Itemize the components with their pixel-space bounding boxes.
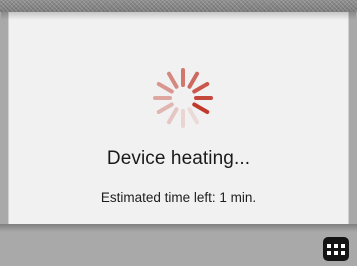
- status-panel: Device heating... Estimated time left: 1…: [1, 12, 356, 224]
- spinner-spoke: [156, 82, 174, 94]
- estimated-time-label: Estimated time left: 1 min.: [100, 190, 257, 205]
- top-bar: [0, 0, 357, 12]
- panel-shadow: [0, 224, 357, 232]
- grid-menu-button[interactable]: [323, 237, 349, 261]
- grid-menu-icon-dot: [334, 243, 338, 248]
- grid-menu-icon-dot: [327, 250, 331, 255]
- status-title: Device heating...: [106, 148, 251, 169]
- spinner-spoke: [187, 107, 199, 125]
- spinner-spoke: [192, 82, 210, 94]
- loading-spinner-icon: [152, 67, 214, 129]
- spinner-spoke: [167, 71, 179, 89]
- spinner-spoke: [156, 102, 174, 114]
- spinner-spoke: [192, 102, 210, 114]
- spinner-spoke: [187, 71, 199, 89]
- grid-menu-icon-dot: [327, 243, 331, 248]
- grid-menu-icon-dot: [341, 243, 345, 248]
- spinner-spoke: [167, 107, 179, 125]
- grid-menu-icon-dot: [341, 250, 345, 255]
- grid-menu-icon-dot: [334, 250, 338, 255]
